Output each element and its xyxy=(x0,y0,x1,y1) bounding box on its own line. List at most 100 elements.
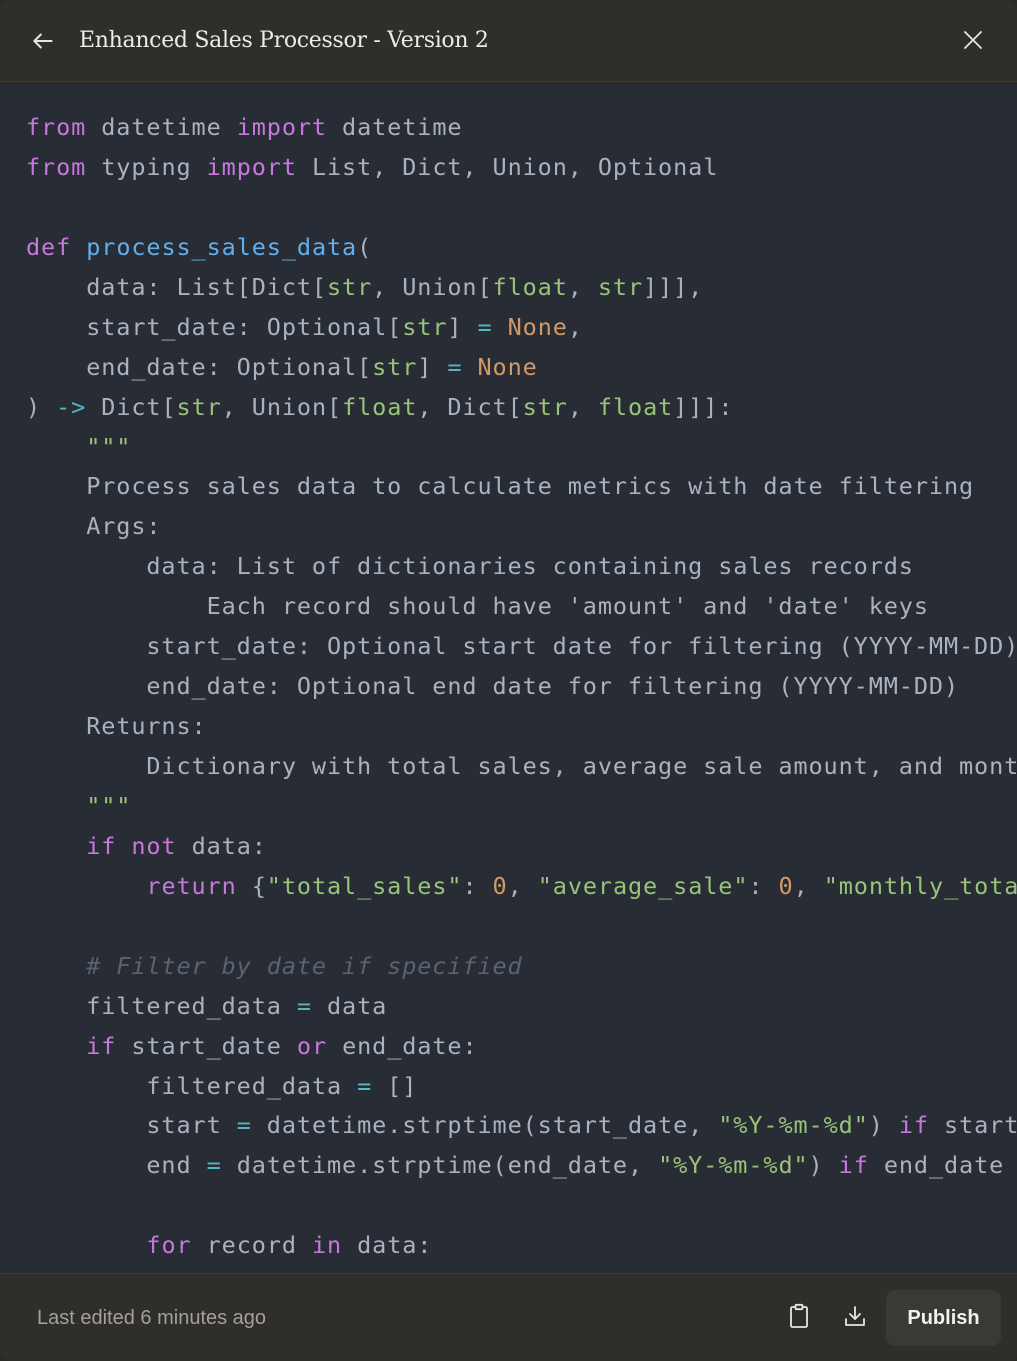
code-line: start_date: Optional[str] = None, xyxy=(26,308,1017,348)
code-token: """ xyxy=(86,432,132,461)
code-token: , Union[ xyxy=(372,272,493,301)
code-token: """ xyxy=(86,791,132,820)
download-button[interactable] xyxy=(835,1296,875,1336)
code-token: datetime.strptime(start_date, xyxy=(251,1111,719,1140)
code-token: str xyxy=(402,312,448,341)
code-token: Args: xyxy=(26,512,162,541)
code-viewer[interactable]: from datetime import datetime from typing… xyxy=(0,83,1017,1273)
code-token: datetime xyxy=(326,113,463,141)
code-line: Args: xyxy=(26,507,1017,547)
code-line: from datetime import datetime xyxy=(26,108,1017,148)
code-token: : xyxy=(748,871,779,900)
code-token: import xyxy=(236,113,327,141)
code-token: Dict[ xyxy=(86,392,177,421)
code-token: data: xyxy=(342,1231,433,1260)
close-button[interactable] xyxy=(954,21,992,59)
code-line: # Filter by date if specified xyxy=(26,947,1017,987)
code-line: Process sales data to calculate metrics … xyxy=(26,467,1017,507)
code-token: , xyxy=(567,392,598,421)
code-line: Each record should have 'amount' and 'da… xyxy=(26,587,1017,627)
code-token: if xyxy=(86,1031,117,1060)
code-token: , Union[ xyxy=(221,392,343,421)
code-token: "%Y-%m-%d" xyxy=(658,1151,809,1180)
code-token: Process sales data to calculate metrics … xyxy=(26,472,975,501)
code-token: "%Y-%m-%d" xyxy=(718,1111,869,1140)
code-token: = xyxy=(206,1151,222,1180)
code-token: not xyxy=(131,831,177,860)
code-token: = xyxy=(357,1071,373,1100)
code-line: if start_date or end_date: xyxy=(26,1027,1017,1067)
code-token: ] xyxy=(447,312,478,341)
code-token: "total_sales" xyxy=(266,871,463,900)
code-token: if xyxy=(838,1151,869,1180)
code-token: datetime xyxy=(86,113,237,141)
code-token: = xyxy=(236,1111,252,1140)
code-token: ) xyxy=(868,1111,899,1140)
code-token: from xyxy=(26,113,87,141)
code-token: process_sales_data xyxy=(86,232,358,261)
code-token: start_date: Optional[ xyxy=(26,312,403,341)
code-token: , xyxy=(793,871,824,900)
clipboard-icon xyxy=(790,1303,808,1328)
code-token: end_date: Optional end date for filterin… xyxy=(26,672,959,701)
code-token: Each record should have 'amount' and 'da… xyxy=(26,592,929,621)
code-token: None xyxy=(477,352,538,381)
code-token: for xyxy=(146,1231,192,1260)
close-icon xyxy=(964,31,982,49)
code-token: record xyxy=(191,1231,312,1260)
code-token: , xyxy=(567,272,598,301)
code-line: start = datetime.strptime(start_date, "%… xyxy=(26,1106,1017,1146)
code-line: ) -> Dict[str, Union[float, Dict[str, fl… xyxy=(26,388,1017,428)
back-button[interactable] xyxy=(24,22,62,60)
code-token: in xyxy=(311,1231,343,1260)
code-line: filtered_data = [] xyxy=(26,1067,1017,1107)
code-token: filtered_data xyxy=(26,1071,358,1100)
code-token: if xyxy=(898,1111,929,1140)
code-token: ] xyxy=(417,352,448,381)
code-token: str xyxy=(522,392,568,421)
code-token: from xyxy=(26,152,87,181)
arrow-left-icon xyxy=(33,33,53,49)
code-token: 0 xyxy=(492,871,508,900)
code-token: = xyxy=(447,352,463,381)
code-token: end_date: xyxy=(327,1031,478,1060)
artifact-title: Enhanced Sales Processor - Version 2 xyxy=(79,28,489,53)
code-line: end = datetime.strptime(end_date, "%Y-%m… xyxy=(26,1146,1017,1186)
code-token: or xyxy=(296,1031,328,1060)
code-line: def process_sales_data( xyxy=(26,228,1017,268)
code-token: datetime.strptime(end_date, xyxy=(221,1151,659,1180)
code-token: str xyxy=(372,352,418,381)
code-token: data: List[Dict[ xyxy=(26,272,327,301)
code-line: end_date: Optional end date for filterin… xyxy=(26,667,1017,707)
artifact-header: Enhanced Sales Processor - Version 2 xyxy=(0,0,1017,82)
code-token: filtered_data xyxy=(26,991,297,1020)
code-token: float xyxy=(597,392,674,421)
code-token: -> xyxy=(56,392,87,421)
code-token: typing xyxy=(86,152,207,181)
code-token: ]]]: xyxy=(673,392,734,421)
code-token: Dictionary with total sales, average sal… xyxy=(26,752,1017,780)
code-token: , Dict[ xyxy=(417,392,523,421)
code-token: end xyxy=(26,1151,207,1180)
code-token: ( xyxy=(357,232,373,261)
code-token: float xyxy=(492,272,568,301)
code-token: str xyxy=(326,272,373,301)
code-line: return {"total_sales": 0, "average_sale"… xyxy=(26,867,1017,907)
code-token: data: xyxy=(176,831,267,860)
code-token: , xyxy=(507,871,538,900)
code-token: { xyxy=(236,871,267,900)
code-token: import xyxy=(206,152,297,181)
copy-button[interactable] xyxy=(779,1296,819,1336)
publish-button[interactable]: Publish xyxy=(886,1290,1001,1346)
code-line: """ xyxy=(26,428,1017,468)
code-token: = xyxy=(296,991,312,1020)
code-line: start_date: Optional start date for filt… xyxy=(26,627,1017,667)
code-token: start xyxy=(26,1111,237,1140)
